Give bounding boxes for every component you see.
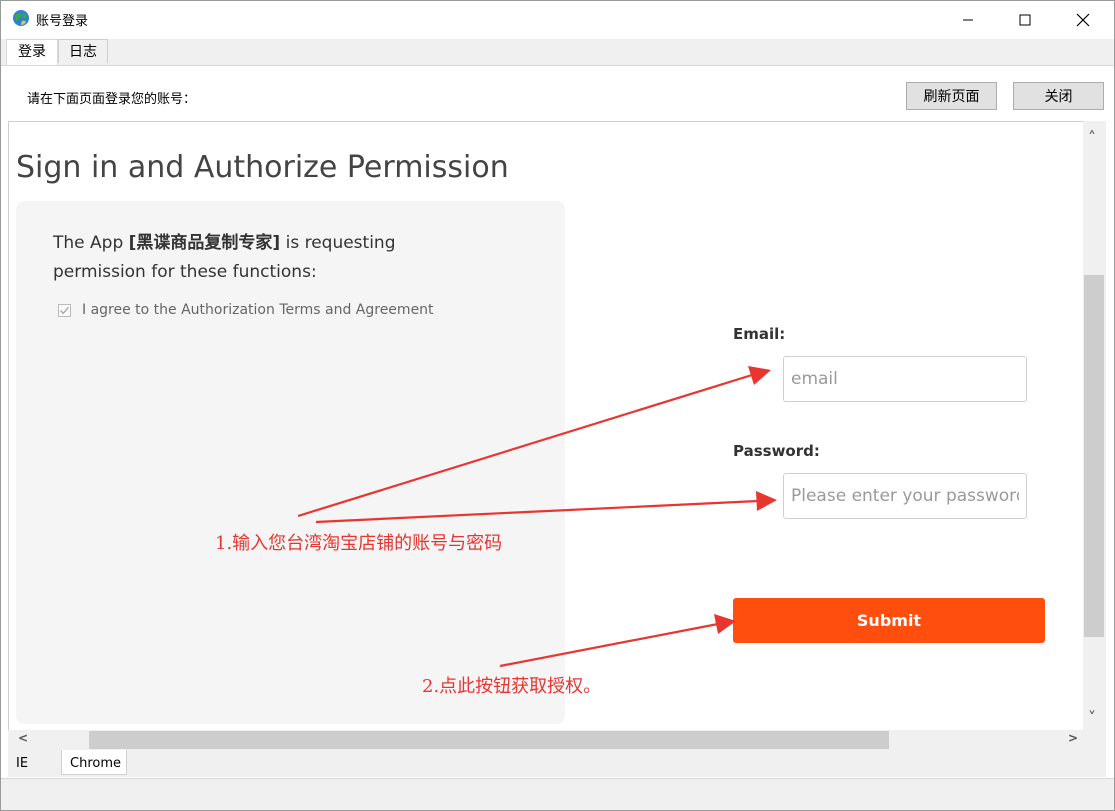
minimize-icon (963, 19, 973, 20)
globe-app-icon (13, 10, 29, 26)
login-instruction: 请在下面页面登录您的账号： (27, 92, 197, 107)
agree-row[interactable]: I agree to the Authorization Terms and A… (58, 302, 434, 318)
password-input[interactable] (783, 473, 1027, 519)
refresh-page-button[interactable]: 刷新页面 (906, 82, 997, 110)
annotation-note-credentials: 1.输入您台湾淘宝店铺的账号与密码 (215, 533, 503, 554)
maximize-icon (1019, 14, 1031, 25)
scroll-up-icon[interactable]: ˄ (1088, 128, 1096, 147)
password-label: Password: (733, 442, 820, 460)
scroll-right-icon[interactable]: > (1068, 731, 1078, 745)
vertical-scroll-thumb[interactable] (1084, 275, 1104, 637)
window-title: 账号登录 (36, 14, 89, 29)
minimize-button[interactable] (940, 0, 996, 39)
tab-log[interactable]: 日志 (58, 39, 108, 63)
agree-checkbox[interactable] (58, 303, 71, 317)
tab-login[interactable]: 登录 (6, 39, 58, 66)
app-name: [黑谍商品复制专家] (128, 233, 281, 253)
checkmark-icon (60, 306, 70, 314)
horizontal-scroll-thumb[interactable] (89, 731, 889, 749)
annotation-note-submit: 2.点此按钮获取授权。 (422, 676, 602, 697)
status-bar (0, 778, 1115, 811)
scroll-left-icon[interactable]: < (18, 731, 28, 745)
tab-chrome[interactable]: Chrome (61, 750, 127, 775)
close-button[interactable]: 关闭 (1013, 82, 1104, 110)
tab-ie[interactable]: IE (8, 750, 60, 775)
email-label: Email: (733, 325, 786, 343)
agree-label: I agree to the Authorization Terms and A… (82, 302, 434, 318)
browser-engine-tabs: IE Chrome (8, 750, 1106, 777)
email-input[interactable] (783, 356, 1027, 402)
title-bar: 账号登录 (0, 0, 1115, 39)
tab-strip: 登录 日志 (0, 39, 1115, 66)
close-window-button[interactable] (1055, 0, 1111, 39)
submit-button[interactable]: Submit (733, 598, 1045, 643)
scroll-down-icon[interactable]: ˅ (1088, 708, 1096, 727)
request-prefix: The App (53, 233, 124, 253)
maximize-button[interactable] (997, 0, 1053, 39)
close-icon (1076, 13, 1090, 26)
toolbar: 请在下面页面登录您的账号： 刷新页面 关闭 (0, 65, 1115, 121)
permission-request-text: The App [黑谍商品复制专家] is requesting permiss… (53, 229, 453, 287)
page-title: Sign in and Authorize Permission (16, 150, 509, 185)
